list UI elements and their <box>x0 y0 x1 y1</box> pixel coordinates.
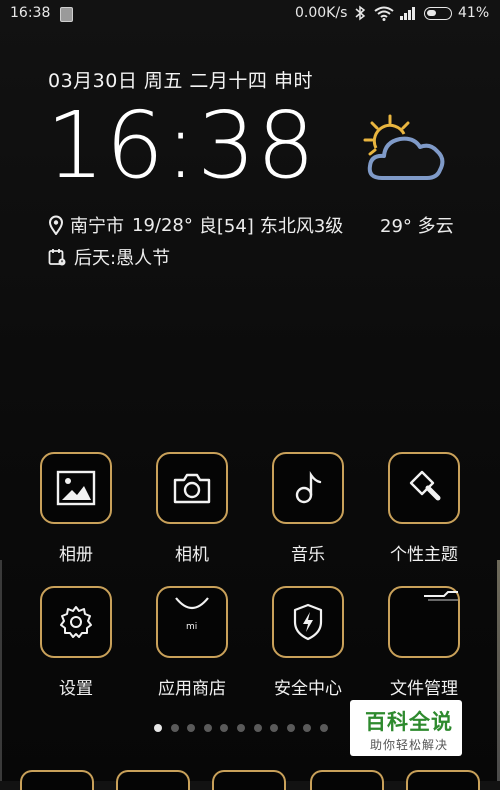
app-store-bag-icon: mi <box>175 597 209 632</box>
page-dot[interactable] <box>270 724 279 732</box>
app-settings[interactable]: 设置 <box>38 586 114 699</box>
app-tile: mi <box>156 586 228 658</box>
app-security[interactable]: 安全中心 <box>270 586 346 699</box>
file-folder-icon <box>424 591 458 601</box>
holiday-row: 后天:愚人节 <box>48 244 170 270</box>
gallery-icon <box>56 470 96 506</box>
app-tile <box>388 586 460 658</box>
app-label: 相册 <box>59 545 93 565</box>
page-dot[interactable] <box>203 724 212 732</box>
bluetooth-icon <box>354 5 366 25</box>
battery-percent: 41% <box>458 5 490 21</box>
settings-gear-icon <box>60 606 92 638</box>
app-store[interactable]: mi 应用商店 <box>154 586 230 699</box>
page-dot[interactable] <box>319 724 328 732</box>
app-label: 文件管理 <box>390 679 458 699</box>
page-dot[interactable] <box>286 724 295 732</box>
network-speed: 0.00K/s <box>295 5 348 21</box>
dock-app-2[interactable] <box>116 770 190 790</box>
app-tile <box>272 586 344 658</box>
app-tile <box>156 452 228 524</box>
partly-cloudy-icon[interactable] <box>360 114 450 190</box>
holiday-text: 后天:愚人节 <box>74 248 171 269</box>
page-dot[interactable] <box>236 724 245 732</box>
camera-icon <box>173 473 211 504</box>
security-shield-icon <box>293 603 323 641</box>
status-time: 16:38 <box>10 5 51 21</box>
signal-icon <box>400 6 418 24</box>
battery-icon <box>424 7 452 20</box>
calendar-icon <box>48 249 66 266</box>
dock-app-5[interactable] <box>406 770 480 790</box>
app-tile <box>272 452 344 524</box>
svg-text:mi: mi <box>186 622 197 632</box>
app-camera[interactable]: 相机 <box>154 452 230 565</box>
page-indicator[interactable] <box>154 724 337 732</box>
app-label: 音乐 <box>291 545 325 565</box>
page-dot[interactable] <box>253 724 262 732</box>
page-dot[interactable] <box>187 724 196 732</box>
page-dot[interactable] <box>154 724 162 732</box>
wind-info: 东北风3级 <box>259 216 344 237</box>
clock[interactable]: 16:38 <box>46 100 316 192</box>
notification-icon <box>60 7 73 22</box>
app-label: 应用商店 <box>158 679 226 699</box>
status-bar: 16:38 0.00K/s 41% <box>0 0 500 28</box>
date-line: 03月30日 周五 二月十四 申时 <box>48 70 313 92</box>
dock-app-3[interactable] <box>212 770 286 790</box>
air-quality: 良[54] <box>198 216 254 237</box>
app-tile <box>388 452 460 524</box>
app-music[interactable]: 音乐 <box>270 452 346 565</box>
music-icon <box>295 471 322 504</box>
temperature-range: 19/28° <box>132 214 193 236</box>
app-gallery[interactable]: 相册 <box>38 452 114 565</box>
watermark-subtitle: 助你轻松解决 <box>370 738 449 752</box>
current-weather: 29° 多云 <box>380 216 454 237</box>
app-label: 设置 <box>59 679 93 699</box>
app-label: 安全中心 <box>274 679 342 699</box>
app-tile <box>40 452 112 524</box>
dock-app-4[interactable] <box>310 770 384 790</box>
page-dot[interactable] <box>220 724 229 732</box>
watermark-title: 百科全说 <box>365 710 453 734</box>
wifi-icon <box>374 6 394 25</box>
app-file-manager[interactable]: 文件管理 <box>386 586 462 699</box>
dock-app-1[interactable] <box>20 770 94 790</box>
app-label: 个性主题 <box>390 545 458 565</box>
page-dot[interactable] <box>303 724 312 732</box>
page-dot[interactable] <box>170 724 179 732</box>
app-label: 相机 <box>175 545 209 565</box>
location-weather-row: 南宁市 19/28° 良[54] 东北风3级 <box>48 212 343 238</box>
location-pin-icon <box>48 215 64 235</box>
screen-edge-left <box>0 560 2 781</box>
app-tile <box>40 586 112 658</box>
city-name: 南宁市 <box>70 216 124 237</box>
theme-brush-icon <box>409 470 441 501</box>
app-themes[interactable]: 个性主题 <box>386 452 462 565</box>
watermark: 百科全说 助你轻松解决 <box>350 700 462 756</box>
